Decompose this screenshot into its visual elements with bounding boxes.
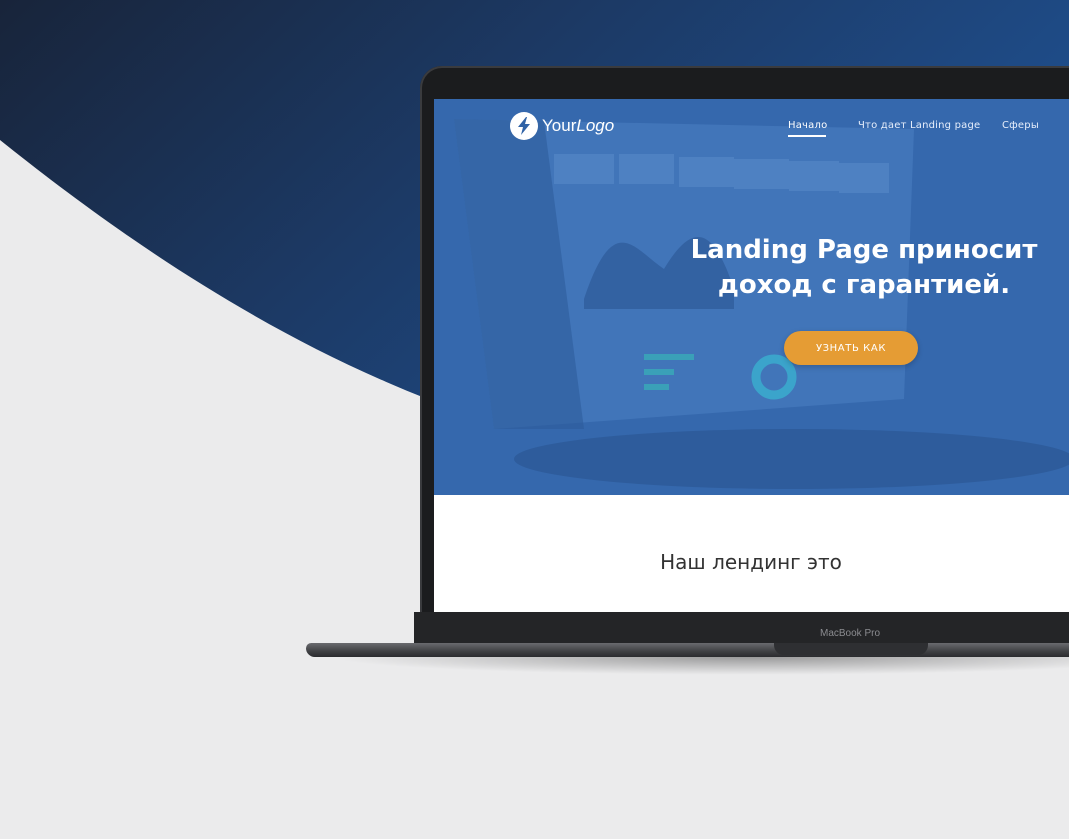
- hero-headline: Landing Page приносит доход с гарантией.: [690, 235, 1038, 300]
- laptop-bezel-bottom: [414, 612, 1069, 643]
- site-logo[interactable]: YourLogo: [510, 112, 614, 140]
- laptop-screen: YourLogo Начало Что дает Landing page Сф…: [434, 99, 1069, 612]
- nav-item-spheres[interactable]: Сферы: [1002, 120, 1039, 131]
- logo-text: YourLogo: [542, 116, 615, 135]
- device-label: MacBook Pro: [819, 628, 881, 639]
- laptop-base: [306, 643, 1069, 657]
- top-navigation: YourLogo Начало Что дает Landing page Сф…: [434, 99, 1069, 155]
- laptop-hinge-notch: [774, 643, 928, 655]
- nav-item-home[interactable]: Начало: [788, 120, 827, 131]
- learn-how-button[interactable]: Узнать как: [784, 331, 918, 365]
- section-title: Наш лендинг это: [660, 550, 842, 574]
- hero-section: YourLogo Начало Что дает Landing page Сф…: [434, 99, 1069, 495]
- nav-item-benefits[interactable]: Что дает Landing page: [858, 120, 980, 131]
- active-nav-indicator: [788, 135, 826, 137]
- laptop-shadow: [330, 657, 1069, 675]
- lightning-icon: [510, 112, 538, 140]
